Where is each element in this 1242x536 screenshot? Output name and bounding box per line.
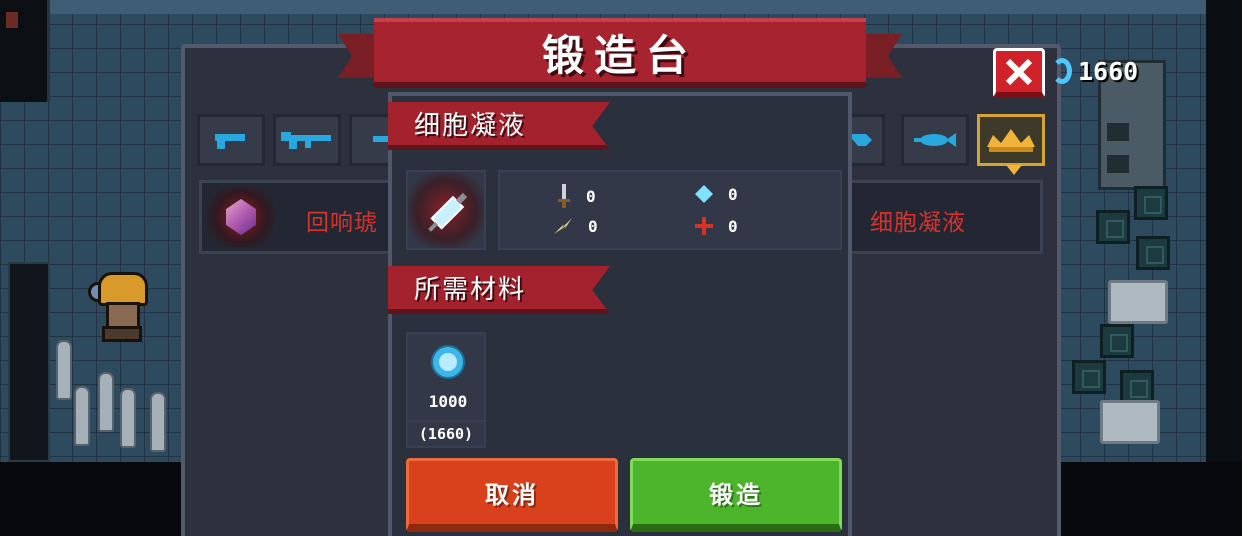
weapon-tab-special[interactable] [977,114,1045,175]
bolt-icon [554,218,572,234]
coin-count: 1660 [1078,56,1139,86]
stat-mana: 0 [694,184,738,204]
weapon-tab-rifle[interactable] [273,114,341,166]
crate [1134,186,1168,220]
close-button[interactable] [993,48,1045,98]
left-pillar [8,262,50,462]
right-wall [1206,0,1242,536]
crate [1120,370,1154,404]
crown-icon [987,129,1035,152]
materials-ribbon: 所需材料 [388,266,610,314]
canister [98,372,114,432]
item-name-ribbon: 细胞凝液 [388,102,610,150]
crate [1096,210,1130,244]
materials-header: 所需材料 [414,275,527,305]
gem-icon [226,199,256,235]
crosshair-icon [695,217,713,235]
page-title: 锻造台 [541,30,698,80]
stat-crit: 0 [552,216,598,236]
pod [1100,400,1160,444]
player-character [88,272,154,342]
crate [1100,324,1134,358]
blue-gem-coin-icon [431,345,465,379]
crate [1072,360,1106,394]
stat-damage: 0 [556,184,596,208]
selected-tab-arrow [1006,165,1022,175]
forge-detail-popup: 细胞凝液 0 0 0 0 所需材料 1000 (1660) 取消 锻造 [388,92,852,536]
corner-wall [0,0,50,102]
sword-icon [558,184,570,208]
recipe-icon-frame [206,187,276,247]
weapon-tab-fish[interactable] [901,114,969,166]
close-icon [1005,58,1033,85]
pod [1108,280,1168,324]
recipe-name-right: 细胞凝液 [870,210,966,236]
material-required: 1000 [428,392,468,411]
title-banner: 锻造台 [374,18,866,88]
rifle-icon [281,132,331,149]
canister [74,386,90,446]
item-name: 细胞凝液 [414,111,527,141]
syringe-icon [428,192,468,232]
canister [56,340,72,400]
stat-accuracy: 0 [694,216,738,236]
fish-icon [914,133,956,147]
forge-button[interactable]: 锻造 [630,458,842,532]
item-icon-frame [406,170,486,250]
pistol-icon [215,134,245,149]
crate [1136,236,1170,270]
recipe-name-left: 回响琥 [306,210,378,236]
weapon-tab-pistol[interactable] [197,114,265,166]
canister [150,392,166,452]
cancel-button[interactable]: 取消 [406,458,618,532]
material-owned: (1660) [406,420,486,448]
coin-icon [1052,58,1072,84]
canister [120,388,136,448]
coin-counter: 1660 [1052,54,1138,88]
diamond-icon [695,185,713,203]
top-wall [0,0,1242,14]
item-stats: 0 0 0 0 [498,170,842,250]
